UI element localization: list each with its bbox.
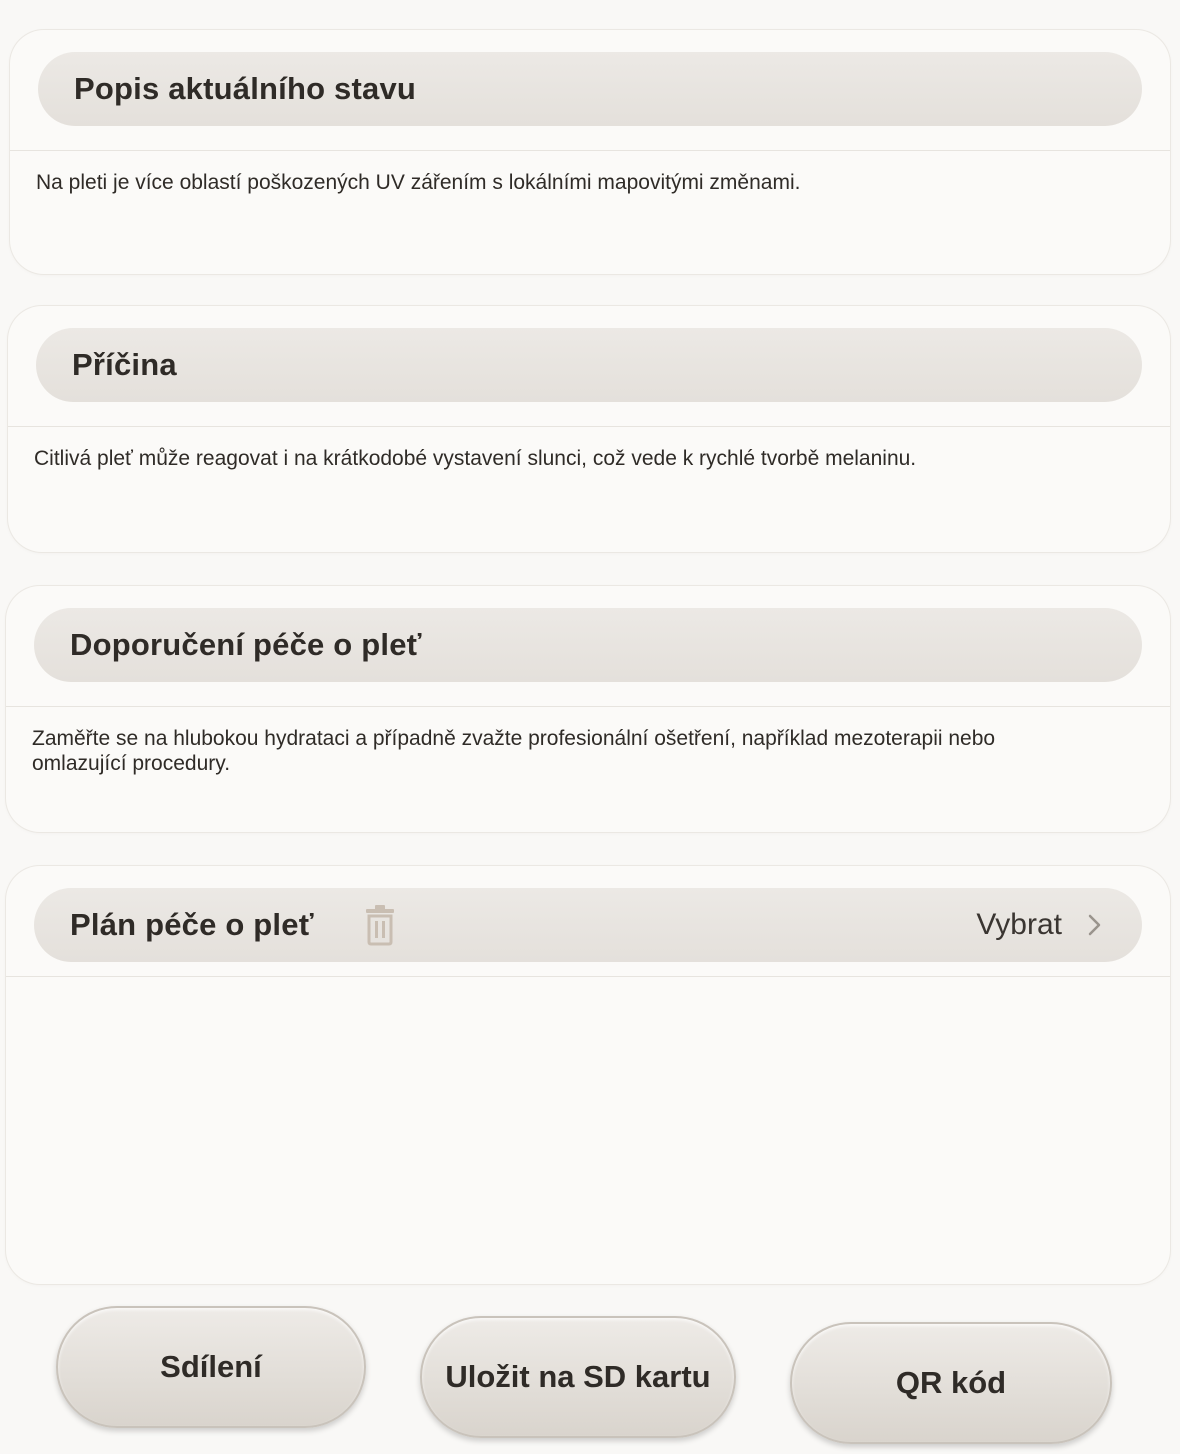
divider: [8, 426, 1170, 427]
section-card-current-state: Popis aktuálního stavu Na pleti je více …: [10, 30, 1170, 274]
save-to-sd-card-label: Uložit na SD kartu: [445, 1359, 711, 1394]
share-button[interactable]: Sdílení: [56, 1306, 366, 1428]
section-title: Příčina: [72, 347, 177, 382]
plan-title: Plán péče o pleť: [70, 907, 314, 942]
divider: [6, 976, 1170, 977]
section-header: Doporučení péče o pleť: [34, 608, 1142, 682]
section-card-cause: Příčina Citlivá pleť může reagovat i na …: [8, 306, 1170, 552]
section-text: Citlivá pleť může reagovat i na krátkodo…: [34, 447, 917, 470]
select-plan-link[interactable]: Vybrat: [976, 908, 1102, 942]
section-card-care-recommendation: Doporučení péče o pleť Zaměřte se na hlu…: [6, 586, 1170, 832]
section-title: Popis aktuálního stavu: [74, 71, 417, 106]
chevron-right-icon: [1088, 913, 1102, 937]
section-card-care-plan: Plán péče o pleť Vybrat: [6, 866, 1170, 1284]
qr-code-button[interactable]: QR kód: [790, 1322, 1112, 1444]
share-button-label: Sdílení: [160, 1349, 262, 1384]
section-title: Doporučení péče o pleť: [70, 627, 422, 662]
section-text: Zaměřte se na hlubokou hydrataci a přípa…: [32, 727, 996, 775]
select-label: Vybrat: [976, 908, 1062, 941]
plan-header: Plán péče o pleť Vybrat: [34, 888, 1142, 962]
save-to-sd-card-button[interactable]: Uložit na SD kartu: [420, 1316, 736, 1438]
section-text: Na pleti je více oblastí poškozených UV …: [36, 171, 801, 194]
section-header: Příčina: [36, 328, 1142, 402]
section-header: Popis aktuálního stavu: [38, 52, 1142, 126]
divider: [10, 150, 1170, 151]
qr-code-label: QR kód: [895, 1365, 1007, 1400]
trash-icon[interactable]: [360, 904, 400, 946]
divider: [6, 706, 1170, 707]
